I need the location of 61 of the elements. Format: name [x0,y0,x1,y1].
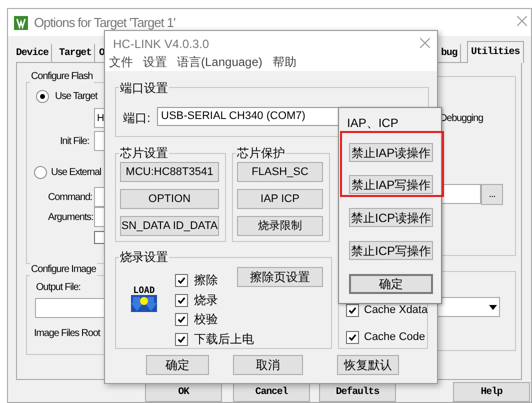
tab[interactable]: Target [56,44,96,63]
field-label: Image Files Root [34,327,100,341]
checkbox[interactable] [346,304,359,317]
checkbox-label: Cache Code [364,330,426,345]
close-icon[interactable] [420,38,430,48]
checkbox-label: 下载后上电 [194,331,254,348]
field-label: Arguments: [48,211,94,225]
browse-button[interactable]: ... [481,184,503,205]
disable-access-button[interactable]: 禁止ICP写操作 [349,241,433,260]
radio-label: Use Target [55,90,98,104]
group-label: 芯片保护 [236,144,286,162]
protect-button[interactable]: 烧录限制 [237,216,323,236]
dropdown-arrow-icon [489,304,497,310]
menu-item[interactable]: 设置 [143,53,167,71]
group-label: Configure Flash [30,69,94,84]
protect-button[interactable]: IAP ICP [237,189,323,209]
checkbox[interactable] [175,294,188,306]
chip-button[interactable]: MCU:HC88T3541 [120,162,219,182]
checkbox[interactable] [346,330,359,344]
group-label: Configure Image [30,262,97,277]
dialog-button[interactable]: Cancel [233,382,310,402]
disable-access-button[interactable]: 禁止IAP读操作 [349,143,433,162]
field-label: Output File: [36,281,80,295]
dialog-button[interactable]: 恢复默认 [337,355,399,375]
checkbox[interactable] [175,332,188,346]
chip-button[interactable]: OPTION [120,189,219,209]
radio-button[interactable] [36,90,49,103]
close-icon[interactable] [517,16,527,26]
app-icon [14,16,28,30]
field-label: Init File: [60,135,90,149]
confirm-button[interactable]: 确定 [349,274,433,294]
menu-item[interactable]: 语言(Language) [177,53,262,71]
checkbox-label: 校验 [194,311,218,328]
dialog-button[interactable]: 确定 [146,355,209,375]
menu-item[interactable]: 文件 [109,53,133,71]
dialog-button[interactable]: 取消 [233,355,303,375]
disable-access-button[interactable]: 禁止IAP写操作 [349,175,433,194]
checkbox[interactable] [175,274,188,286]
radio-label: Use External [51,166,102,180]
popup-title: IAP、ICP [347,115,398,132]
erase-page-button[interactable]: 擦除页设置 [237,267,323,287]
dialog-button[interactable]: OK [145,382,222,402]
dialog-button[interactable]: Help [453,382,530,402]
protect-button[interactable]: FLASH_SC [237,162,323,182]
option-label: Debugging [440,112,483,126]
checkbox-label: 烧录 [194,292,218,309]
checkbox-label: Cache Xdata [364,303,428,318]
window-title: Options for Target 'Target 1' [34,14,176,32]
disable-access-button[interactable]: 禁止ICP读操作 [349,208,433,227]
tab[interactable]: Device [13,44,52,63]
checkbox[interactable] [175,312,188,326]
field-label: 端口: [123,110,150,127]
field-label: Command: [48,191,92,205]
tab[interactable]: Utilities [467,41,524,63]
menu-item[interactable]: 帮助 [272,53,296,71]
checkbox-label: 擦除 [194,272,218,289]
dialog-button[interactable]: Defaults [319,382,396,402]
radio-button[interactable] [34,166,47,179]
port-field[interactable]: USB-SERIAL CH340 (COM7) [157,107,339,126]
chip-button[interactable]: SN_DATA ID_DATA [120,216,219,236]
window-title: HC-LINK V4.0.3.0 [113,36,210,53]
